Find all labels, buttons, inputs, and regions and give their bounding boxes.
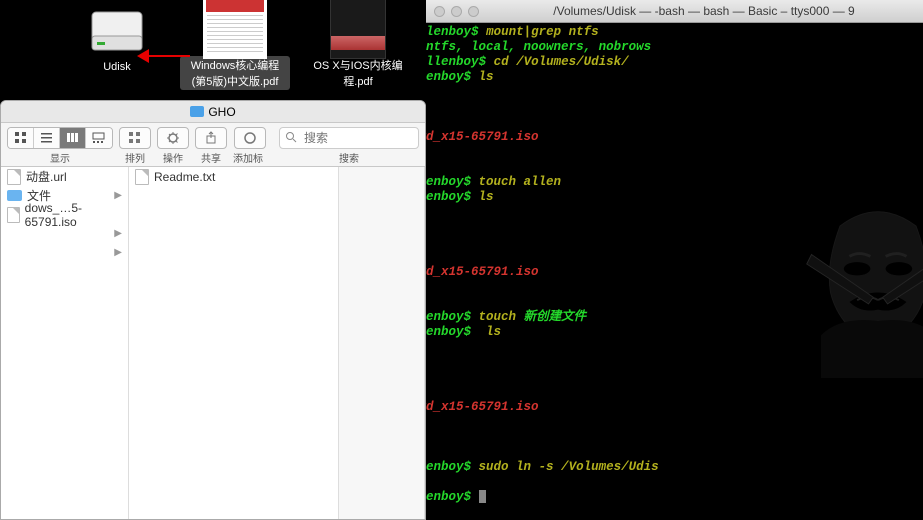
terminal-line: [AllenboydeMacBook-Air:Udisk allenboy$ l… <box>426 325 923 340</box>
terminal-line: GHO <box>426 85 923 100</box>
traffic-light-min[interactable] <box>451 6 462 17</box>
folder-icon <box>190 106 204 117</box>
terminal-line: System Volume Information <box>426 115 923 130</box>
view-column-button[interactable] <box>60 128 86 148</box>
terminal-line: [AllenboydeMacBook-Air:Udisk allenboy$ s… <box>426 460 923 475</box>
desktop-pdf-windows[interactable]: Windows核心编程 (第5版)中文版.pdf <box>190 0 280 90</box>
terminal-line: 启动 <box>426 295 923 310</box>
pdf-label: Windows核心编程 (第5版)中文版.pdf <box>180 56 290 90</box>
terminal-line: GHO <box>426 205 923 220</box>
terminal-line: 启动 <box>426 430 923 445</box>
terminal-line: ISO <box>426 220 923 235</box>
terminal-line: cn_windows_7_professional_x64_dvd_x15-65… <box>426 130 923 145</box>
terminal-line: ISO <box>426 355 923 370</box>
terminal-line: 一键安装 <box>426 415 923 430</box>
terminal-line: [AllenboydeMacBook-Air:Volumes allenboy$… <box>426 55 923 70</box>
arrange-group: 排列 <box>119 127 151 165</box>
view-list-button[interactable] <box>34 128 60 148</box>
terminal-line: System Volume Information <box>426 370 923 385</box>
column-2[interactable]: Readme.txt <box>129 167 339 519</box>
finder-titlebar[interactable]: GHO <box>1 101 425 123</box>
terminal-body[interactable]: AllenboydeMacBook-Air:Volumes allenboy$ … <box>426 23 923 520</box>
view-gallery-button[interactable] <box>86 128 112 148</box>
view-label: 显示 <box>50 150 70 165</box>
finder-columns: 动盘.url文件▶dows_…5-65791.iso▶▶ Readme.txt <box>1 167 425 519</box>
terminal-line: [AllenboydeMacBook-Air:Udisk allenboy$ t… <box>426 310 923 325</box>
terminal-line: allen <box>426 250 923 265</box>
terminal-line: ISO <box>426 100 923 115</box>
terminal-line: [AllenboydeMacBook-Air:Udisk allenboy$ <box>426 490 923 505</box>
terminal-line: 一键安装 <box>426 280 923 295</box>
terminal-line: [AllenboydeMacBook-Air:Udisk allenboy$ t… <box>426 175 923 190</box>
pdf-icon <box>203 0 267 54</box>
search-group: 搜索 <box>279 127 419 165</box>
terminal-line: [AllenboydeMacBook-Air:Udisk allenboy$ l… <box>426 70 923 85</box>
desktop-pdf-osx[interactable]: OS X与IOS内核编 程.pdf <box>313 0 403 90</box>
terminal-line: 启动 <box>426 160 923 175</box>
arrange-button[interactable] <box>119 127 151 149</box>
terminal-line: GHO <box>426 340 923 355</box>
terminal-line: allen <box>426 385 923 400</box>
item-label: dows_…5-65791.iso <box>25 201 122 229</box>
search-input[interactable] <box>279 127 419 149</box>
terminal-line: 新创建文件 <box>426 445 923 460</box>
file-icon <box>135 169 149 185</box>
terminal-line: [AllenboydeMacBook-Air:Udisk allenboy$ l… <box>426 190 923 205</box>
column-3[interactable] <box>339 167 425 519</box>
tags-button[interactable] <box>234 127 266 149</box>
column-1[interactable]: 动盘.url文件▶dows_…5-65791.iso▶▶ <box>1 167 129 519</box>
terminal-title: /Volumes/Udisk — -bash — bash — Basic – … <box>485 4 923 18</box>
pdf-label: OS X与IOS内核编 程.pdf <box>308 56 408 90</box>
finder-title: GHO <box>208 105 235 119</box>
action-button[interactable] <box>157 127 189 149</box>
search-icon <box>285 131 297 143</box>
terminal-titlebar[interactable]: /Volumes/Udisk — -bash — bash — Basic – … <box>426 0 923 23</box>
traffic-light-max[interactable] <box>468 6 479 17</box>
share-label: 共享 <box>201 150 221 165</box>
annotation-arrow <box>140 55 190 57</box>
terminal-window: /Volumes/Udisk — -bash — bash — Basic – … <box>426 0 923 520</box>
traffic-light-close[interactable] <box>434 6 445 17</box>
item-label: Readme.txt <box>154 170 215 184</box>
action-label: 操作 <box>163 150 183 165</box>
terminal-line: cn_windows_7_professional_x64_dvd_x15-65… <box>426 265 923 280</box>
file-icon <box>7 169 21 185</box>
view-icon-button[interactable] <box>8 128 34 148</box>
terminal-line: 一键安装 <box>426 145 923 160</box>
arrange-label: 排列 <box>125 150 145 165</box>
chevron-right-icon: ▶ <box>114 190 122 201</box>
desktop-area: Udisk Windows核心编程 (第5版)中文版.pdf OS X与IOS内… <box>0 0 426 100</box>
finder-window: GHO 显示 排列 操作 共享 添加标记 <box>0 100 426 520</box>
list-item[interactable]: Readme.txt <box>129 167 338 186</box>
view-group: 显示 <box>7 127 113 165</box>
terminal-line: AllenboydeMacBook-Air:Volumes allenboy$ … <box>426 25 923 40</box>
list-item[interactable]: ▶ <box>1 243 128 262</box>
pdf-icon <box>326 0 390 54</box>
folder-icon <box>7 190 22 201</box>
desktop-disk-udisk[interactable]: Udisk <box>72 4 162 74</box>
cursor <box>479 490 486 503</box>
terminal-line: /dev/disk2s1 on /Volumes/Udisk (ntfs, lo… <box>426 40 923 55</box>
share-group: 共享 <box>195 127 227 165</box>
file-icon <box>7 207 20 223</box>
list-item[interactable]: 动盘.url <box>1 167 128 186</box>
terminal-line: cn_windows_7_professional_x64_dvd_x15-65… <box>426 400 923 415</box>
search-label: 搜索 <box>339 150 359 165</box>
chevron-right-icon: ▶ <box>114 228 122 239</box>
action-group: 操作 <box>157 127 189 165</box>
item-label: 动盘.url <box>26 168 67 185</box>
terminal-line: Password: <box>426 475 923 490</box>
finder-toolbar: 显示 排列 操作 共享 添加标记 搜索 <box>1 123 425 167</box>
terminal-line: System Volume Information <box>426 235 923 250</box>
list-item[interactable]: dows_…5-65791.iso <box>1 205 128 224</box>
share-button[interactable] <box>195 127 227 149</box>
chevron-right-icon: ▶ <box>114 247 122 258</box>
